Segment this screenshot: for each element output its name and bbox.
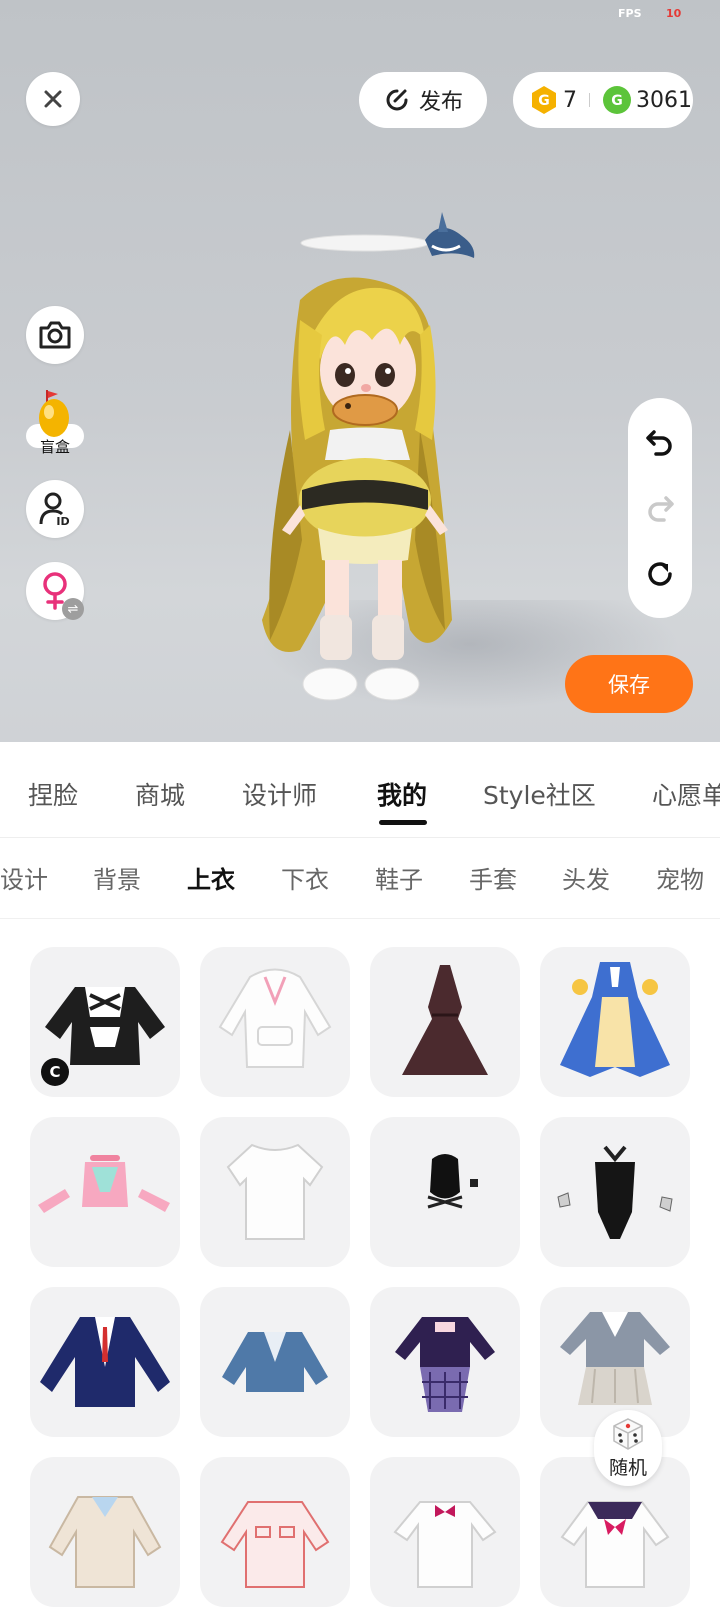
purple-plaid-dress-icon: [395, 1317, 495, 1412]
item-card-navy-blazer[interactable]: [30, 1287, 180, 1437]
copyright-badge: C: [41, 1058, 69, 1086]
close-icon: [44, 90, 62, 108]
item-card-purple-plaid-dress[interactable]: [370, 1287, 520, 1437]
gold-coin-icon: G: [532, 86, 556, 114]
blind-box-button[interactable]: 盲盒: [26, 390, 84, 460]
item-card-white-tshirt[interactable]: [200, 1117, 350, 1267]
close-button[interactable]: [26, 72, 80, 126]
publish-button[interactable]: 发布: [359, 72, 487, 128]
red-white-shirt-icon: [220, 1501, 330, 1588]
item-card-black-top-piece[interactable]: [370, 1117, 520, 1267]
random-button[interactable]: 随机: [594, 1410, 662, 1486]
subtab-gloves[interactable]: 手套: [469, 860, 517, 895]
tab-designer[interactable]: 设计师: [242, 776, 317, 812]
camera-icon: [39, 321, 71, 349]
subtab-shoes[interactable]: 鞋子: [375, 860, 423, 895]
main-tab-bar: 捏脸 商城 设计师 我的 Style社区 心愿单: [0, 742, 720, 838]
subtab-hair[interactable]: 头发: [562, 860, 610, 895]
item-card-red-white-shirt[interactable]: [200, 1457, 350, 1607]
item-card-black-bodysuit[interactable]: [540, 1117, 690, 1267]
brown-halter-dress-icon: [402, 965, 488, 1075]
currency-divider: [589, 93, 590, 107]
category-tab-bar: 设计 背景 上衣 下衣 鞋子 手套 头发 宠物: [0, 838, 720, 919]
save-button[interactable]: 保存: [565, 655, 693, 713]
svg-text:G: G: [538, 93, 550, 109]
tab-shop[interactable]: 商城: [135, 776, 185, 812]
tab-face[interactable]: 捏脸: [28, 776, 78, 812]
beige-cardigan-icon: [48, 1496, 162, 1588]
publish-icon: [386, 89, 408, 111]
item-card-maid-jacket[interactable]: C: [30, 947, 180, 1097]
black-bodysuit-icon: [557, 1145, 673, 1239]
white-hoodie-icon: [218, 968, 332, 1068]
item-card-white-hoodie[interactable]: [200, 947, 350, 1097]
svg-text:ID: ID: [56, 515, 69, 527]
pink-crop-top-icon: [38, 1155, 170, 1213]
tab-wishlist[interactable]: 心愿单: [652, 776, 720, 812]
navy-blazer-icon: [40, 1317, 170, 1407]
golden-egg-icon: [39, 390, 69, 437]
reset-icon[interactable]: [644, 558, 676, 590]
svg-text:G: G: [611, 93, 623, 109]
subtab-tops[interactable]: 上衣: [187, 860, 235, 895]
user-id-icon: ID: [39, 492, 70, 527]
gender-switch-button[interactable]: ⇌: [26, 562, 84, 620]
dice-icon: [613, 1417, 643, 1450]
subtab-design[interactable]: 设计: [0, 860, 48, 895]
item-card-pink-crop-top[interactable]: [30, 1117, 180, 1267]
blue-idol-dress-icon: [560, 962, 670, 1077]
camera-button[interactable]: [26, 306, 84, 364]
denim-jacket-icon: [222, 1332, 328, 1392]
history-tools: [628, 398, 692, 618]
subtab-bottoms[interactable]: 下衣: [281, 860, 329, 895]
avatar-id-button[interactable]: ID: [26, 480, 84, 538]
subtab-background[interactable]: 背景: [93, 860, 141, 895]
swap-icon: ⇌: [62, 598, 84, 620]
item-card-denim-jacket[interactable]: [200, 1287, 350, 1437]
item-card-brown-halter-dress[interactable]: [370, 947, 520, 1097]
currency-bar[interactable]: G 7 G 3061: [513, 72, 693, 128]
random-label: 随机: [608, 1456, 647, 1479]
item-card-beige-cardigan[interactable]: [30, 1457, 180, 1607]
publish-label: 发布: [418, 90, 463, 115]
tab-mine[interactable]: 我的: [377, 776, 427, 812]
blind-box-label: 盲盒: [39, 438, 70, 456]
gold-coin-count: 7: [563, 87, 577, 113]
undo-icon[interactable]: [644, 426, 676, 458]
white-tshirt-icon: [226, 1143, 324, 1240]
black-top-piece-icon: [427, 1154, 478, 1209]
tab-style-community[interactable]: Style社区: [483, 776, 596, 812]
white-bow-shirt-icon: [393, 1501, 497, 1588]
item-card-blue-idol-dress[interactable]: [540, 947, 690, 1097]
item-card-white-bow-shirt[interactable]: [370, 1457, 520, 1607]
avatar-preview-stage[interactable]: FPS 10 发布 G 7 G 3061 盲盒 ID ⇌ 保存: [0, 0, 720, 742]
green-coin-count: 3061: [636, 87, 692, 113]
active-tab-indicator: [379, 820, 427, 825]
subtab-pets[interactable]: 宠物: [656, 860, 704, 895]
redo-icon[interactable]: [644, 492, 676, 524]
green-coin-icon: G: [603, 86, 631, 114]
